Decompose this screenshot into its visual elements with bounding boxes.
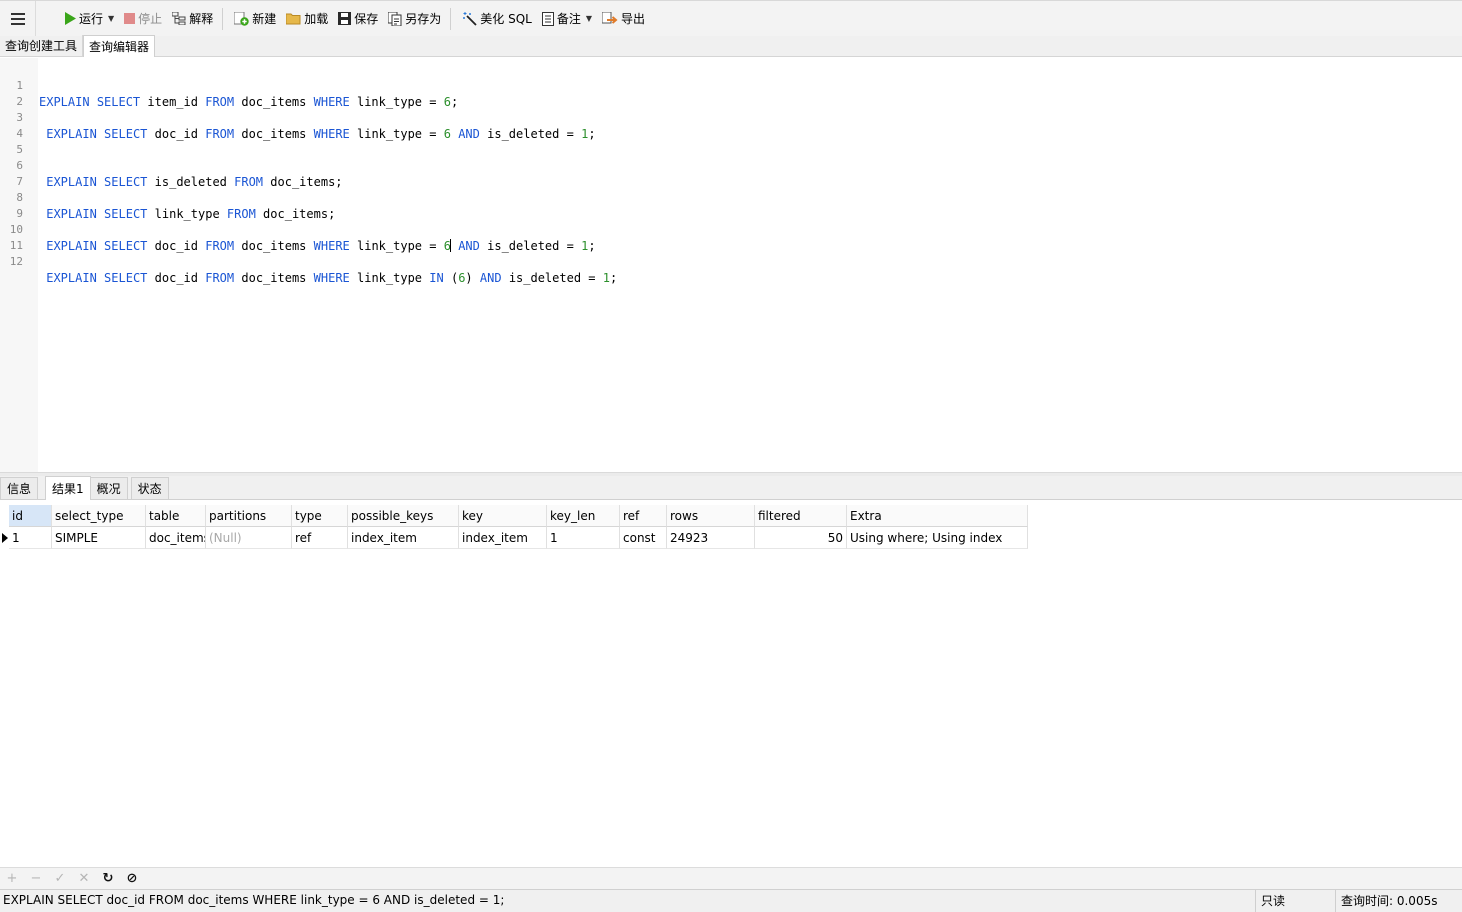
comment-label: 备注: [556, 12, 581, 26]
code-line: 10 EXPLAIN SELECT doc_id FROM doc_items …: [0, 206, 1462, 253]
beautify-sql-button[interactable]: 美化 SQL: [458, 5, 536, 33]
export-label: 导出: [621, 12, 646, 26]
code-line: 11: [0, 222, 1462, 252]
column-header-key[interactable]: key: [459, 505, 547, 527]
cell-possible-keys[interactable]: index_item: [348, 527, 459, 549]
stop-circle-icon[interactable]: ⊘: [120, 871, 144, 886]
run-button[interactable]: 运行 ▼: [60, 5, 118, 33]
tab-query-editor[interactable]: 查询编辑器: [83, 35, 156, 57]
save-label: 保存: [354, 12, 379, 26]
export-button[interactable]: 导出: [598, 5, 649, 33]
status-readonly: 只读: [1255, 890, 1335, 912]
cell-id[interactable]: 1: [9, 527, 52, 549]
folder-icon: [286, 13, 301, 24]
code-line: 6 EXPLAIN SELECT is_deleted FROM doc_ite…: [0, 142, 1462, 189]
code-line: 4: [0, 110, 1462, 140]
stop-square-icon: [124, 13, 136, 24]
toolbar: 运行 ▼ 停止 解释 新建 加载 保存 另存为 美化 SQL 备注 ▼ 导出: [0, 0, 1462, 37]
comment-document-icon: [541, 11, 554, 26]
sql-editor[interactable]: 1 EXPLAIN SELECT item_id FROM doc_items …: [0, 58, 1462, 472]
code-line: 7: [0, 158, 1462, 188]
code-line: 12 EXPLAIN SELECT doc_id FROM doc_items …: [0, 238, 1462, 285]
toolbar-divider: [222, 7, 224, 30]
tab-info[interactable]: 信息: [0, 477, 39, 499]
grid-action-bar: + − ✓ ✕ ↻ ⊘: [0, 867, 1462, 889]
refresh-icon[interactable]: ↻: [96, 871, 120, 886]
column-header-ref[interactable]: ref: [620, 505, 667, 527]
status-current-sql: EXPLAIN SELECT doc_id FROM doc_items WHE…: [3, 893, 505, 907]
code-line: 8 EXPLAIN SELECT link_type FROM doc_item…: [0, 174, 1462, 221]
load-button[interactable]: 加载: [282, 5, 332, 33]
stop-button[interactable]: 停止: [120, 5, 166, 33]
load-label: 加载: [304, 12, 329, 26]
editor-tab-strip: 查询创建工具 查询编辑器: [0, 35, 1462, 57]
column-header-possible-keys[interactable]: possible_keys: [348, 505, 459, 527]
column-header-table[interactable]: table: [146, 505, 206, 527]
hamburger-icon: [10, 12, 25, 25]
cell-filtered[interactable]: 50: [755, 527, 847, 549]
cell-ref[interactable]: const: [620, 527, 667, 549]
cell-select-type[interactable]: SIMPLE: [52, 527, 146, 549]
explain-button[interactable]: 解释: [168, 5, 217, 33]
comment-dropdown-icon[interactable]: ▼: [586, 14, 592, 23]
code-line: 3 EXPLAIN SELECT doc_id FROM doc_items W…: [0, 94, 1462, 141]
new-label: 新建: [252, 12, 277, 26]
column-header-select-type[interactable]: select_type: [52, 505, 146, 527]
tab-status[interactable]: 状态: [130, 477, 169, 499]
status-bar: EXPLAIN SELECT doc_id FROM doc_items WHE…: [0, 889, 1462, 912]
save-as-icon: [388, 11, 402, 26]
new-button[interactable]: 新建: [230, 5, 280, 33]
cell-type[interactable]: ref: [292, 527, 348, 549]
save-as-button[interactable]: 另存为: [384, 5, 445, 33]
toolbar-divider: [450, 7, 452, 30]
column-header-type[interactable]: type: [292, 505, 348, 527]
save-as-label: 另存为: [405, 12, 442, 26]
save-button[interactable]: 保存: [334, 5, 382, 33]
column-header-key-len[interactable]: key_len: [547, 505, 620, 527]
stop-label: 停止: [138, 12, 163, 26]
tab-profile[interactable]: 概况: [89, 477, 128, 499]
play-icon: [65, 12, 76, 25]
new-query-icon: [234, 11, 249, 26]
line-number: 12: [9, 255, 23, 268]
tab-result1[interactable]: 结果1: [45, 476, 91, 500]
code-line: 2: [0, 78, 1462, 108]
cell-table[interactable]: doc_items: [146, 527, 206, 549]
column-header-extra[interactable]: Extra: [847, 505, 1028, 527]
cell-key-len[interactable]: 1: [547, 527, 620, 549]
column-header-rows[interactable]: rows: [667, 505, 755, 527]
cell-rows[interactable]: 24923: [667, 527, 755, 549]
column-header-id[interactable]: id: [9, 505, 52, 527]
explain-label: 解释: [189, 12, 214, 26]
run-label: 运行: [79, 12, 104, 26]
cross-icon[interactable]: ✕: [72, 871, 96, 886]
cell-extra[interactable]: Using where; Using index: [847, 527, 1028, 549]
column-header-filtered[interactable]: filtered: [755, 505, 847, 527]
code-line: 5: [0, 126, 1462, 156]
save-disk-icon: [338, 12, 352, 25]
export-icon: [602, 11, 618, 24]
result-tab-strip: 信息 结果1 概况 状态: [0, 476, 1462, 500]
comment-button[interactable]: 备注 ▼: [538, 5, 596, 33]
check-icon[interactable]: ✓: [48, 871, 72, 886]
code-line: 1 EXPLAIN SELECT item_id FROM doc_items …: [0, 62, 1462, 109]
status-query-time: 查询时间: 0.005s: [1335, 890, 1462, 912]
explain-tree-icon: [172, 12, 186, 25]
cell-key[interactable]: index_item: [459, 527, 547, 549]
plus-icon[interactable]: +: [0, 871, 24, 886]
beautify-sql-label: 美化 SQL: [480, 12, 532, 26]
run-dropdown-icon[interactable]: ▼: [108, 14, 114, 23]
column-header-partitions[interactable]: partitions: [206, 505, 292, 527]
code-text: EXPLAIN SELECT doc_id FROM doc_items WHE…: [46, 271, 618, 285]
cell-partitions[interactable]: (Null): [206, 527, 292, 549]
magic-wand-icon: [463, 11, 477, 26]
tab-query-builder[interactable]: 查询创建工具: [0, 35, 84, 56]
code-line: 9: [0, 190, 1462, 220]
hamburger-menu-button[interactable]: [0, 0, 36, 37]
current-row-indicator-icon: [2, 533, 8, 543]
minus-icon[interactable]: −: [24, 871, 48, 886]
